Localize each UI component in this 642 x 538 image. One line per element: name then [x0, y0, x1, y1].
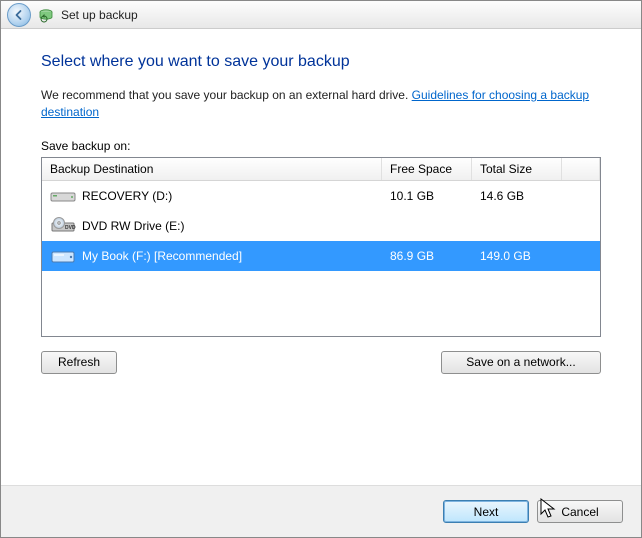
free-space-cell: 10.1 GB — [382, 189, 472, 203]
page-heading: Select where you want to save your backu… — [41, 53, 601, 71]
col-header-free-space[interactable]: Free Space — [382, 158, 472, 180]
cancel-button[interactable]: Cancel — [537, 500, 623, 523]
refresh-button[interactable]: Refresh — [41, 351, 117, 374]
total-size-cell: 14.6 GB — [472, 189, 562, 203]
next-button[interactable]: Next — [443, 500, 529, 523]
destination-name: RECOVERY (D:) — [82, 189, 172, 203]
destination-table: Backup Destination Free Space Total Size… — [41, 157, 601, 337]
table-button-row: Refresh Save on a network... — [41, 351, 601, 374]
backup-app-icon — [37, 6, 55, 24]
save-on-network-button[interactable]: Save on a network... — [441, 351, 601, 374]
table-row[interactable]: DVD DVD RW Drive (E:) — [42, 211, 600, 241]
col-header-total-size[interactable]: Total Size — [472, 158, 562, 180]
table-row[interactable]: My Book (F:) [Recommended] 86.9 GB149.0 G… — [42, 241, 600, 271]
drive-icon: DVD — [50, 216, 76, 236]
col-header-extra — [562, 158, 600, 180]
table-header: Backup Destination Free Space Total Size — [42, 158, 600, 181]
recommend-prefix: We recommend that you save your backup o… — [41, 88, 412, 102]
back-button[interactable] — [7, 3, 31, 27]
recommend-text: We recommend that you save your backup o… — [41, 87, 601, 121]
titlebar: Set up backup — [1, 1, 641, 29]
destination-name: DVD RW Drive (E:) — [82, 219, 184, 233]
table-body: RECOVERY (D:) 10.1 GB14.6 GB DVD DVD RW Dri… — [42, 181, 600, 271]
drive-icon — [50, 246, 76, 266]
col-header-destination[interactable]: Backup Destination — [42, 158, 382, 180]
destination-name: My Book (F:) [Recommended] — [82, 249, 242, 263]
free-space-cell: 86.9 GB — [382, 249, 472, 263]
table-row[interactable]: RECOVERY (D:) 10.1 GB14.6 GB — [42, 181, 600, 211]
total-size-cell: 149.0 GB — [472, 249, 562, 263]
backup-wizard-window: Set up backup Select where you want to s… — [0, 0, 642, 538]
wizard-footer: Next Cancel — [1, 485, 641, 537]
svg-text:DVD: DVD — [65, 225, 76, 231]
content-area: Select where you want to save your backu… — [1, 29, 641, 485]
drive-icon — [50, 186, 76, 206]
save-backup-label: Save backup on: — [41, 139, 601, 153]
window-title: Set up backup — [61, 8, 138, 22]
